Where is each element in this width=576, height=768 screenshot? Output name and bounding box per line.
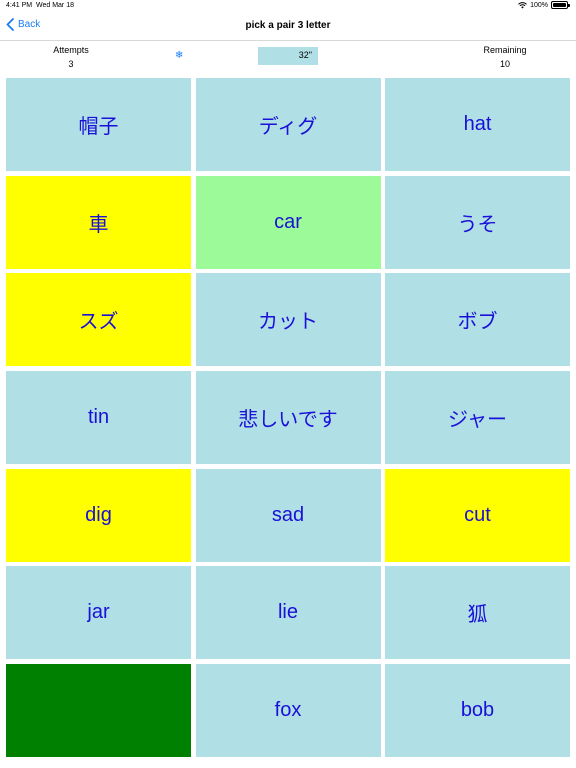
snowflake-icon[interactable]: ❄ — [175, 50, 183, 61]
card[interactable]: スズ — [6, 273, 191, 367]
remaining-value: 10 — [499, 59, 510, 69]
battery-percent: 100% — [530, 1, 548, 9]
card[interactable]: cut — [385, 468, 570, 562]
card[interactable]: ディグ — [195, 78, 381, 171]
card[interactable]: jar — [6, 566, 191, 660]
status-date: Wed Mar 18 — [36, 2, 74, 9]
wifi-icon — [518, 1, 527, 8]
card[interactable]: 車 — [6, 175, 191, 269]
card[interactable]: ボブ — [385, 273, 570, 367]
card[interactable]: bob — [385, 664, 570, 758]
card[interactable]: car — [195, 175, 381, 269]
page-title: pick a pair 3 letter — [245, 20, 331, 31]
battery-icon — [551, 1, 570, 9]
card[interactable]: dig — [6, 468, 191, 562]
card[interactable]: うそ — [385, 175, 570, 269]
card[interactable]: ジャー — [385, 371, 570, 465]
attempts-stat: Attempts 3 — [31, 43, 111, 71]
card[interactable]: lie — [195, 566, 381, 660]
status-time: 4:41 PM — [6, 2, 33, 9]
status-bar: 4:41 PM Wed Mar 18 100% — [0, 0, 576, 12]
remaining-stat: Remaining 10 — [465, 43, 545, 71]
remaining-label: Remaining — [483, 45, 527, 55]
card[interactable] — [6, 664, 191, 758]
card[interactable]: sad — [195, 468, 381, 562]
card[interactable]: カット — [195, 273, 381, 367]
status-right: 100% — [518, 1, 570, 9]
card[interactable]: hat — [385, 78, 570, 171]
card[interactable]: fox — [195, 664, 381, 758]
card[interactable]: 悲しいです — [195, 371, 381, 465]
card[interactable]: 帽子 — [6, 78, 191, 171]
nav-bar: Back pick a pair 3 letter — [0, 12, 576, 41]
card-grid: 帽子 ディグ hat 車 car うそスズ カット ボブ tin 悲しいです ジャー dig sad cu… — [6, 78, 570, 758]
card[interactable]: tin — [6, 371, 191, 465]
attempts-value: 3 — [68, 59, 74, 69]
timer-display: 32" — [258, 47, 318, 65]
attempts-label: Attempts — [53, 45, 89, 55]
card[interactable]: 狐 — [385, 566, 570, 660]
